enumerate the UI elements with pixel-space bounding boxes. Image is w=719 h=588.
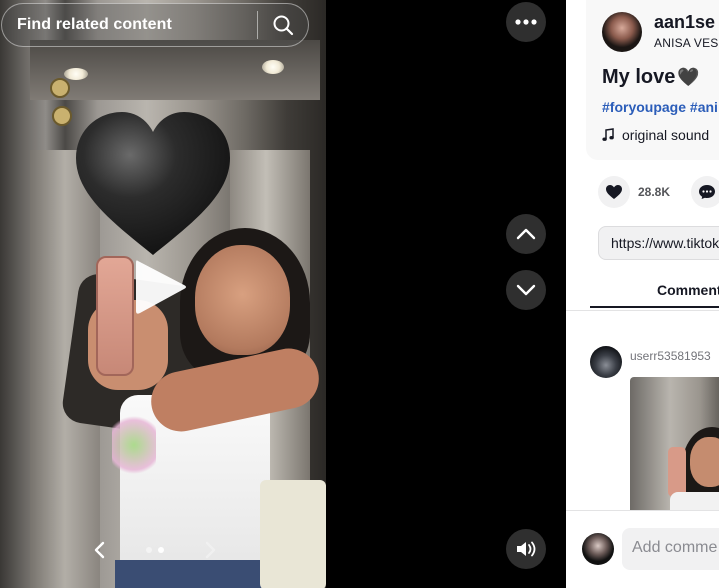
comment-author-avatar[interactable] bbox=[590, 346, 622, 378]
comment-image[interactable] bbox=[630, 377, 719, 517]
volume-icon bbox=[517, 541, 536, 557]
chevron-right-icon[interactable] bbox=[202, 540, 218, 560]
comment-button[interactable] bbox=[691, 176, 719, 208]
comment-icon bbox=[699, 185, 715, 199]
carousel-dot-active[interactable] bbox=[158, 547, 164, 553]
current-user-avatar bbox=[582, 533, 614, 565]
handbag bbox=[260, 480, 326, 588]
chevron-left-icon[interactable] bbox=[92, 540, 108, 560]
chevron-down-icon bbox=[516, 284, 536, 296]
author-username[interactable]: aan1se bbox=[654, 12, 715, 33]
comment-image-face bbox=[690, 437, 719, 487]
chevron-up-icon bbox=[516, 228, 536, 240]
video-details-panel: aan1se ANISA VES My love 🖤 #foryoupage #… bbox=[566, 0, 719, 588]
play-icon[interactable] bbox=[132, 257, 188, 317]
author-nickname[interactable]: ANISA VES bbox=[654, 36, 719, 50]
ceiling-light bbox=[262, 60, 284, 74]
find-related-search[interactable]: Find related content bbox=[1, 3, 309, 47]
comment-action[interactable] bbox=[691, 176, 719, 208]
video-link-field[interactable]: https://www.tiktok bbox=[598, 226, 719, 260]
like-count: 28.8K bbox=[638, 185, 671, 199]
video-player[interactable]: Find related content bbox=[0, 0, 326, 588]
author-avatar[interactable] bbox=[602, 12, 642, 52]
tabs-divider bbox=[566, 310, 719, 311]
heart-icon bbox=[606, 185, 622, 199]
like-action[interactable]: 28.8K bbox=[598, 176, 670, 208]
next-video-button[interactable] bbox=[506, 270, 546, 310]
active-tab-indicator bbox=[590, 306, 719, 308]
tab-comments[interactable]: Comment bbox=[657, 282, 719, 298]
search-placeholder: Find related content bbox=[17, 16, 172, 33]
add-comment-input[interactable]: Add comme bbox=[622, 528, 719, 570]
person-jeans bbox=[115, 560, 275, 588]
comment-image-phone bbox=[668, 447, 686, 497]
ceiling-light bbox=[64, 68, 88, 80]
previous-video-button[interactable] bbox=[506, 214, 546, 254]
post-hashtags[interactable]: #foryoupage #ani bbox=[602, 99, 718, 115]
black-heart-sticker-icon bbox=[76, 112, 230, 255]
sticker bbox=[112, 410, 156, 480]
search-icon[interactable] bbox=[258, 14, 308, 36]
elevator-button bbox=[50, 78, 70, 98]
like-button[interactable] bbox=[598, 176, 630, 208]
more-icon bbox=[515, 19, 537, 25]
elevator-button bbox=[52, 106, 72, 126]
music-link[interactable]: original sound bbox=[602, 127, 709, 143]
person-face bbox=[195, 245, 290, 355]
post-caption: My love 🖤 bbox=[602, 66, 700, 89]
carousel-indicator bbox=[146, 547, 164, 553]
carousel-dot[interactable] bbox=[146, 547, 152, 553]
comment-composer: Add comme bbox=[566, 510, 719, 588]
caption-text: My love bbox=[602, 66, 676, 88]
tiktok-video-page: Find related content aan1se ANISA VES My… bbox=[0, 0, 719, 588]
phone bbox=[96, 256, 134, 376]
volume-button[interactable] bbox=[506, 529, 546, 569]
music-title: original sound bbox=[622, 127, 710, 143]
music-note-icon bbox=[602, 128, 614, 141]
black-heart-icon: 🖤 bbox=[677, 67, 700, 87]
more-options-button[interactable] bbox=[506, 2, 546, 42]
comment-username[interactable]: userr53581953 bbox=[630, 349, 711, 363]
